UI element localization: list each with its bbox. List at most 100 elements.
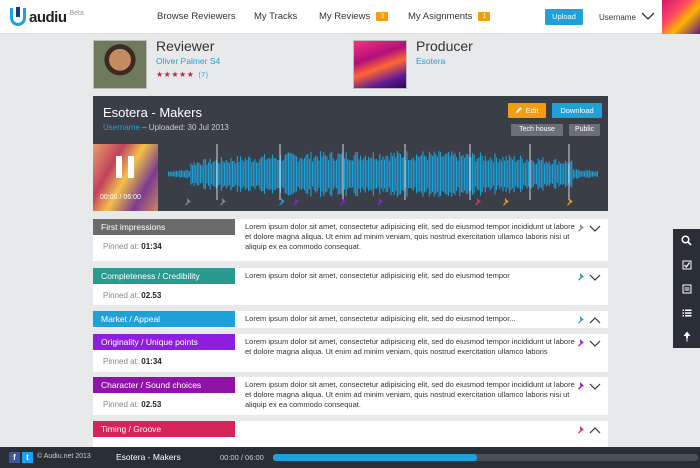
waveform-bar	[385, 155, 387, 193]
waveform-bar	[267, 158, 269, 190]
upload-date: – Uploaded: 30 Jul 2013	[139, 123, 229, 132]
waveform-bar	[187, 170, 189, 178]
pin-icon[interactable]	[576, 381, 586, 391]
category-market-appeal[interactable]: Market / Appeal	[93, 311, 235, 327]
waveform-bar	[176, 170, 178, 177]
pin-icon[interactable]	[576, 425, 586, 435]
pin-icon[interactable]	[567, 198, 573, 206]
category-timing-groove[interactable]: Timing / Groove	[93, 421, 235, 437]
username-menu[interactable]: Username	[599, 13, 636, 22]
waveform-bar	[384, 159, 386, 189]
chevron-down-icon[interactable]	[589, 338, 601, 348]
pin-icon[interactable]	[475, 198, 481, 206]
category-character-sound-choices[interactable]: Character / Sound choices	[93, 377, 235, 393]
waveform-bar	[556, 165, 558, 183]
waveform-bar	[494, 153, 496, 195]
pin-icon[interactable]	[377, 198, 383, 206]
waveform-bar	[332, 158, 334, 190]
waveform-bar	[192, 164, 194, 184]
pin-icon[interactable]	[220, 198, 226, 206]
pause-icon[interactable]	[116, 156, 136, 178]
producer-name-link[interactable]: Esotera	[416, 56, 445, 66]
waveform-bar	[393, 152, 395, 196]
pin-icon[interactable]	[576, 338, 586, 348]
audiu-logo[interactable]: audiu Beta	[10, 7, 84, 27]
facebook-icon[interactable]: f	[9, 452, 20, 463]
waveform-bar	[462, 155, 464, 193]
download-button[interactable]: Download	[552, 103, 602, 118]
search-button[interactable]	[673, 229, 700, 252]
waveform-bar	[276, 159, 278, 189]
avatar[interactable]	[662, 0, 700, 34]
pin-icon[interactable]	[576, 315, 586, 325]
waveform-bar	[248, 156, 250, 192]
producer-avatar[interactable]	[353, 40, 407, 89]
waveform-bar	[264, 154, 266, 194]
nav-my-asignments[interactable]: My Asignments 1	[408, 11, 491, 22]
edit-label: Edit	[525, 106, 539, 115]
waveform-bar	[206, 164, 208, 184]
uploader-link[interactable]: Username	[103, 123, 140, 132]
waveform-bar	[312, 161, 314, 187]
waveform-bar	[420, 155, 422, 193]
category-first-impressions[interactable]: First impressions	[93, 219, 235, 235]
chevron-down-icon[interactable]	[589, 381, 601, 391]
pin-button[interactable]	[673, 325, 700, 348]
chevron-down-icon[interactable]	[589, 223, 601, 233]
waveform-bar	[369, 158, 371, 190]
chevron-down-icon[interactable]	[589, 272, 601, 282]
waveform-bar	[387, 156, 389, 192]
category-originality-unique-points[interactable]: Originality / Unique points	[93, 334, 235, 350]
waveform-bar	[571, 160, 573, 188]
tasks-button[interactable]	[673, 253, 700, 276]
waveform[interactable]	[158, 144, 608, 211]
waveform-bar	[465, 154, 467, 194]
nav-my-tracks[interactable]: My Tracks	[254, 11, 297, 22]
waveform-bar	[208, 162, 210, 186]
waveform-bar	[422, 151, 424, 197]
pin-icon[interactable]	[185, 198, 191, 206]
waveform-bar	[480, 152, 482, 196]
pin-icon[interactable]	[576, 272, 586, 282]
waveform-bar	[254, 159, 256, 189]
brand-name: audiu	[29, 8, 67, 26]
reviewer-avatar[interactable]	[93, 40, 147, 89]
waveform-bar	[558, 161, 560, 187]
waveform-bar	[395, 157, 397, 191]
reviewer-heading: Reviewer	[156, 38, 215, 54]
waveform-bar	[432, 155, 434, 193]
twitter-icon[interactable]: t	[22, 452, 33, 463]
pin-icon[interactable]	[293, 198, 299, 206]
edit-button[interactable]: Edit	[508, 103, 546, 118]
playback-progress-bar[interactable]	[273, 454, 698, 461]
waveform-bar	[409, 160, 411, 188]
waveform-bar	[224, 162, 226, 186]
pin-icon[interactable]	[340, 198, 346, 206]
waveform-bar	[217, 162, 219, 186]
reviewer-name-link[interactable]: Oliver Palmer S4	[156, 56, 220, 66]
waveform-bar	[212, 162, 214, 187]
list-button[interactable]	[673, 301, 700, 324]
waveform-bar	[577, 169, 579, 179]
waveform-bar	[196, 162, 198, 186]
pin-icon[interactable]	[576, 223, 586, 233]
waveform-bar	[540, 160, 542, 188]
pin-icon[interactable]	[503, 198, 509, 206]
upload-button[interactable]: Upload	[545, 9, 583, 25]
waveform-bar	[564, 160, 566, 188]
chevron-up-icon[interactable]	[589, 315, 601, 325]
category-completeness-credibility[interactable]: Completeness / Credibility	[93, 268, 235, 284]
nav-browse-reviewers[interactable]: Browse Reviewers	[157, 11, 236, 22]
waveform-bar	[488, 160, 490, 188]
beta-label: Beta	[69, 9, 84, 17]
chevron-up-icon[interactable]	[589, 425, 601, 435]
waveform-bar	[355, 152, 357, 196]
waveform-bar	[227, 161, 229, 187]
waveform-bar	[569, 162, 571, 187]
nav-my-reviews[interactable]: My Reviews 3	[319, 11, 389, 22]
waveform-bar	[473, 154, 475, 194]
notes-button[interactable]	[673, 277, 700, 300]
chevron-down-icon[interactable]	[641, 9, 655, 23]
waveform-bar	[195, 165, 197, 183]
waveform-bar	[172, 171, 174, 177]
